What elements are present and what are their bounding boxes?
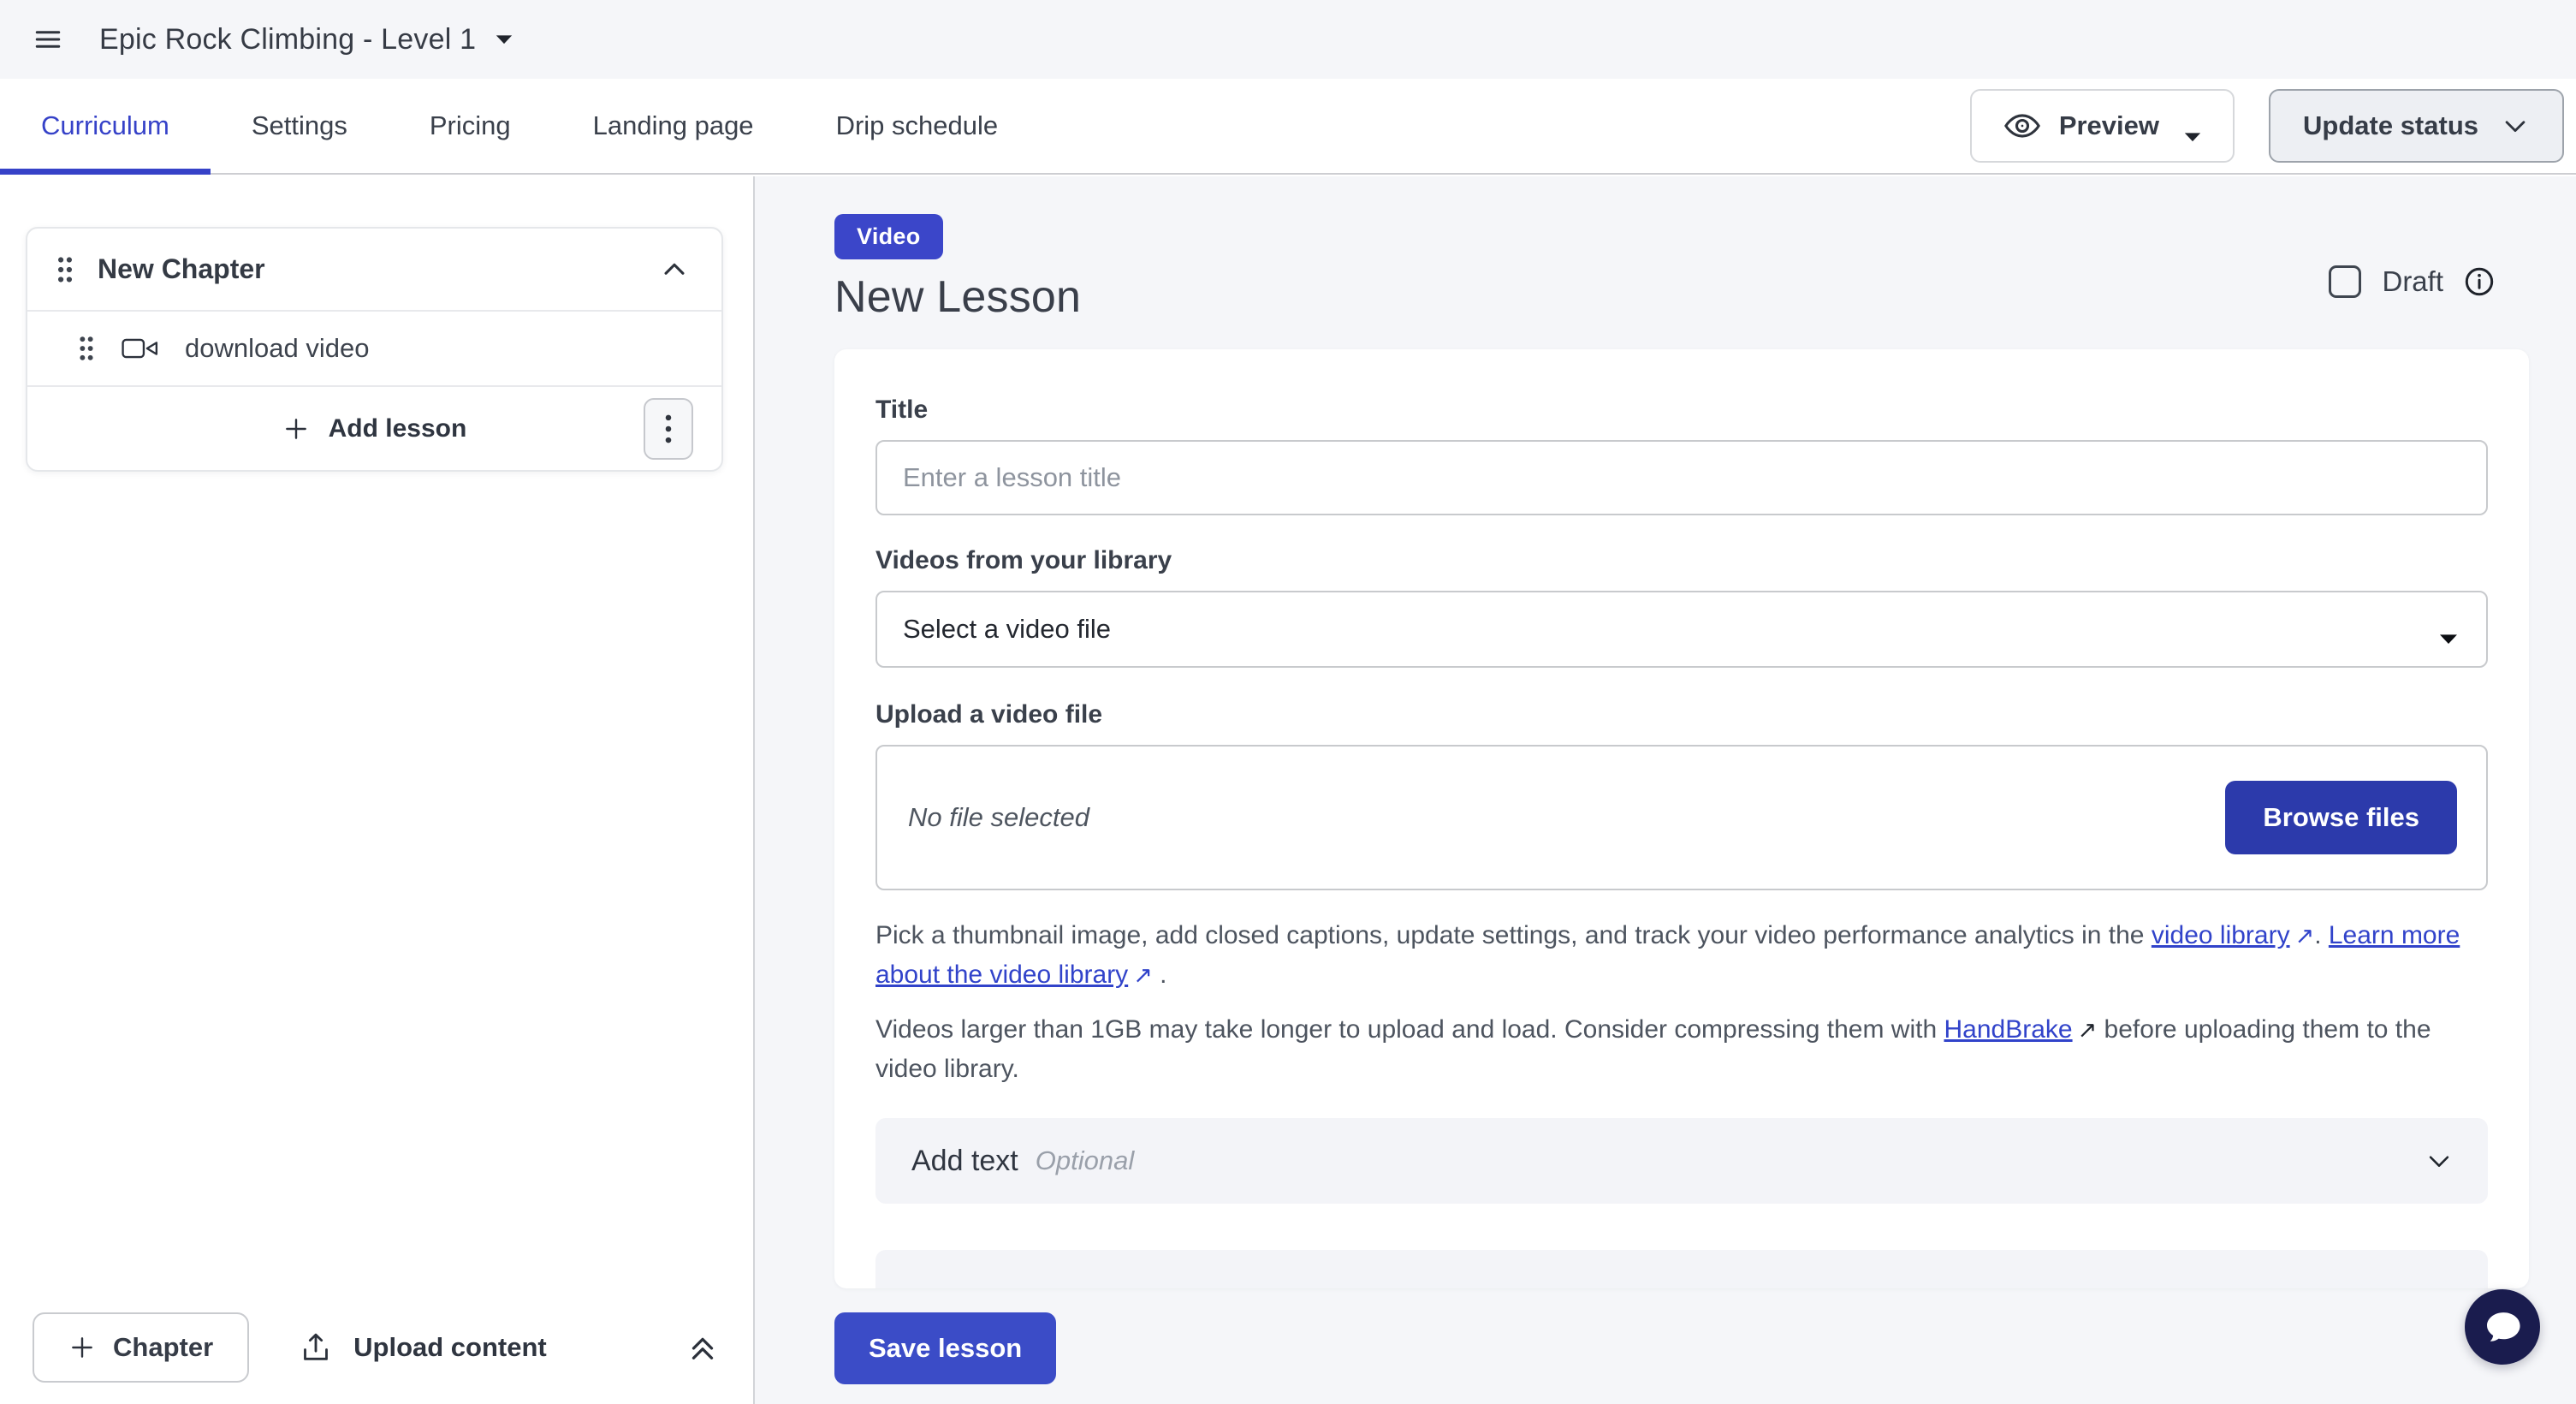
help-text-part: Videos larger than 1GB may take longer t… (875, 1015, 1944, 1044)
info-icon[interactable] (2464, 266, 2495, 297)
chapter-card: New Chapter download video (26, 227, 723, 472)
handbrake-link[interactable]: HandBrake (1944, 1015, 2073, 1044)
chapter-header[interactable]: New Chapter (27, 229, 721, 310)
save-lesson-button[interactable]: Save lesson (834, 1312, 1056, 1384)
kebab-menu-icon (664, 413, 673, 444)
lesson-row-title: download video (185, 333, 369, 364)
add-chapter-label: Chapter (113, 1332, 213, 1363)
update-status-button[interactable]: Update status (2269, 89, 2564, 163)
course-switcher[interactable]: Epic Rock Climbing - Level 1 (99, 23, 513, 57)
eye-icon (2003, 106, 2042, 146)
chevron-down-icon (2425, 1146, 2454, 1175)
lesson-header: Video New Lesson (834, 214, 1081, 323)
tab-pricing[interactable]: Pricing (389, 79, 552, 173)
lesson-row[interactable]: download video (27, 310, 721, 385)
lesson-page-title: New Lesson (834, 271, 1081, 323)
chapter-options-button[interactable] (644, 398, 693, 460)
chat-bubble-icon (2480, 1305, 2525, 1349)
chapter-collapse-button[interactable] (660, 255, 689, 284)
course-title: Epic Rock Climbing - Level 1 (99, 23, 476, 57)
external-link-icon: ↗ (2290, 923, 2315, 949)
caret-down-icon (2183, 120, 2202, 133)
browse-files-button[interactable]: Browse files (2225, 781, 2457, 854)
add-downloads-section[interactable]: Add downloads Optional (875, 1250, 2488, 1288)
hamburger-menu-button[interactable] (33, 24, 63, 55)
draft-label: Draft (2382, 265, 2443, 298)
preview-button[interactable]: Preview (1970, 89, 2235, 163)
video-library-link[interactable]: video library (2152, 921, 2290, 949)
draft-control: Draft (2329, 265, 2495, 298)
collapse-all-button[interactable] (685, 1330, 721, 1365)
top-bar: Epic Rock Climbing - Level 1 (0, 0, 2576, 79)
caret-down-icon (495, 33, 513, 46)
video-library-select-value: Select a video file (903, 614, 1111, 645)
add-text-title: Add text (911, 1145, 1018, 1178)
preview-label: Preview (2059, 110, 2159, 141)
lesson-title-input[interactable] (875, 440, 2488, 515)
caret-down-icon (2438, 622, 2459, 636)
double-chevron-up-icon (685, 1330, 721, 1365)
tab-curriculum[interactable]: Curriculum (0, 79, 211, 173)
add-downloads-title: Add downloads (911, 1287, 1111, 1289)
plus-icon (68, 1334, 96, 1361)
tab-drip-schedule[interactable]: Drip schedule (795, 79, 1040, 173)
help-text-part: Pick a thumbnail image, add closed capti… (875, 921, 2152, 949)
external-link-icon: ↗ (1128, 962, 1153, 988)
tab-landing-page[interactable]: Landing page (552, 79, 795, 173)
video-library-select[interactable]: Select a video file (875, 591, 2488, 668)
upload-content-button[interactable]: Upload content (299, 1330, 547, 1365)
course-tab-bar: Curriculum Settings Pricing Landing page… (0, 79, 2576, 175)
chapter-title: New Chapter (98, 253, 265, 285)
add-text-optional-hint: Optional (1036, 1145, 1134, 1176)
title-field-label: Title (875, 396, 2488, 425)
help-text-part: . (1153, 961, 1167, 989)
lesson-form-card: Title Videos from your library Select a … (834, 349, 2529, 1288)
lesson-editor: Video New Lesson Draft Title Videos from… (755, 176, 2576, 1404)
upload-icon (299, 1330, 333, 1365)
drag-handle-icon[interactable] (77, 334, 96, 363)
library-field-label: Videos from your library (875, 546, 2488, 575)
chevron-up-icon (660, 255, 689, 284)
add-lesson-button[interactable]: Add lesson (282, 414, 467, 443)
video-camera-icon (122, 335, 159, 362)
video-library-help-text: Pick a thumbnail image, add closed capti… (875, 916, 2488, 995)
tab-bar-actions: Preview Update status (1970, 79, 2576, 173)
plus-icon (282, 415, 310, 443)
drag-handle-icon[interactable] (55, 254, 75, 285)
course-builder-app: Epic Rock Climbing - Level 1 Curriculum … (0, 0, 2576, 1404)
lesson-type-badge: Video (834, 214, 943, 259)
update-status-label: Update status (2303, 110, 2478, 141)
add-text-section[interactable]: Add text Optional (875, 1118, 2488, 1204)
hamburger-icon (33, 24, 63, 55)
upload-field-label: Upload a video file (875, 700, 2488, 729)
external-link-icon: ↗ (2073, 1017, 2098, 1043)
file-upload-dropzone[interactable]: No file selected Browse files (875, 745, 2488, 890)
add-chapter-button[interactable]: Chapter (33, 1312, 249, 1383)
compression-help-text: Videos larger than 1GB may take longer t… (875, 1010, 2488, 1089)
no-file-selected-text: No file selected (908, 802, 1089, 833)
sidebar-footer: Chapter Upload content (0, 1291, 753, 1404)
chapter-footer: Add lesson (27, 385, 721, 470)
upload-content-label: Upload content (353, 1332, 547, 1363)
chat-widget-button[interactable] (2465, 1289, 2540, 1365)
draft-checkbox[interactable] (2329, 265, 2361, 298)
tab-settings[interactable]: Settings (211, 79, 389, 173)
curriculum-sidebar: New Chapter download video (0, 176, 755, 1404)
add-lesson-label: Add lesson (329, 414, 467, 443)
help-text-part: . (2314, 921, 2329, 949)
chevron-down-icon (2501, 111, 2530, 140)
